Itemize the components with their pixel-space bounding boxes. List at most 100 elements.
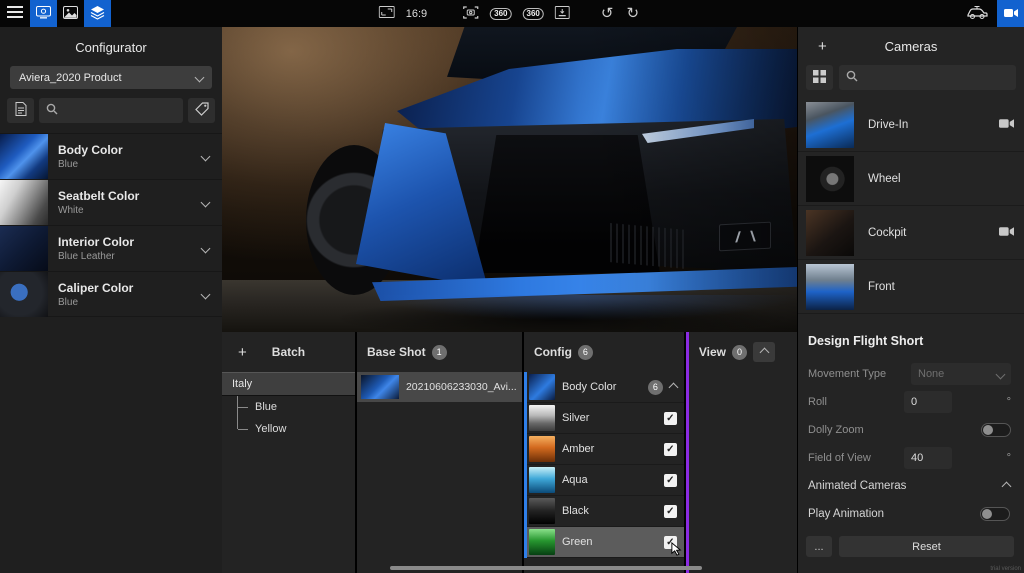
image-mode-button[interactable] — [57, 0, 84, 27]
chevron-down-icon — [201, 152, 211, 162]
base-shot-thumbnail — [361, 375, 399, 399]
collapse-strip-button[interactable] — [753, 342, 775, 362]
preset-file-button[interactable] — [7, 98, 34, 123]
camera-thumbnail — [806, 264, 854, 310]
chevron-up-icon — [668, 382, 678, 392]
option-value: Blue — [58, 159, 202, 170]
chevron-down-icon — [996, 369, 1006, 379]
frame-capture-icon — [555, 6, 570, 22]
undo-button[interactable]: ↺ — [600, 6, 615, 21]
aspect-ratio-button[interactable] — [379, 0, 395, 27]
redo-icon: ↻ — [626, 5, 639, 22]
configurator-search-input[interactable] — [63, 105, 176, 117]
base-shot-item[interactable]: 20210606233030_Avi... — [357, 372, 522, 402]
tag-filter-icon — [195, 102, 209, 119]
tag-filter-button[interactable] — [188, 98, 215, 123]
grid-view-button[interactable] — [806, 65, 833, 90]
aspect-ratio-icon — [379, 6, 395, 21]
cameras-search-input[interactable] — [863, 72, 1009, 84]
cameras-panel: + Cameras Drive-In Wheel Cockpit Front D… — [798, 27, 1024, 573]
checkbox-checked[interactable]: ✓ — [664, 443, 677, 456]
base-shot-panel: Base Shot 1 20210606233030_Avi... — [357, 332, 522, 573]
config-item-aqua[interactable]: Aqua ✓ — [527, 465, 684, 496]
configurator-search — [39, 98, 183, 123]
play-animation-row: Play Animation — [798, 500, 1024, 528]
camera-label: Cockpit — [868, 227, 985, 239]
option-caliper-color[interactable]: Caliper Color Blue — [0, 271, 222, 317]
animated-cameras-label: Animated Cameras — [808, 480, 906, 492]
option-label: Body Color — [58, 143, 202, 157]
camera-label: Wheel — [868, 173, 1014, 185]
configurator-toolbar — [7, 98, 215, 123]
option-interior-color[interactable]: Interior Color Blue Leather — [0, 225, 222, 271]
camera-settings: Design Flight Short Movement Type None R… — [798, 314, 1024, 573]
camera-item-drive-in[interactable]: Drive-In — [798, 98, 1024, 152]
option-seatbelt-color[interactable]: Seatbelt Color White — [0, 179, 222, 225]
horizontal-scrollbar[interactable] — [390, 566, 702, 570]
camera-item-wheel[interactable]: Wheel — [798, 152, 1024, 206]
camera-label: Drive-In — [868, 119, 985, 131]
redo-button[interactable]: ↻ — [625, 6, 640, 21]
vehicle-rig-button[interactable] — [957, 0, 997, 27]
checkbox-checked[interactable]: ✓ — [664, 474, 677, 487]
product-select[interactable]: Aviera_2020 Product — [10, 66, 212, 89]
config-item-black[interactable]: Black ✓ — [527, 496, 684, 527]
movement-type-select[interactable]: None — [911, 363, 1011, 385]
camera-item-cockpit[interactable]: Cockpit — [798, 206, 1024, 260]
play-animation-toggle[interactable] — [980, 507, 1010, 521]
image-icon — [63, 6, 78, 22]
viewport-vignette — [579, 27, 798, 332]
batch-child-blue[interactable]: Blue — [237, 396, 355, 418]
config-group-body-color[interactable]: Body Color 6 — [527, 372, 684, 403]
toggle-knob — [983, 425, 993, 435]
more-options-button[interactable]: ... — [806, 536, 832, 557]
configurator-icon — [36, 6, 51, 22]
base-shot-count-badge: 1 — [432, 345, 447, 360]
batch-item-italy[interactable]: Italy — [222, 372, 355, 396]
caliper-color-thumbnail — [0, 272, 48, 317]
menu-button[interactable] — [0, 0, 30, 27]
movement-type-row: Movement Type None — [798, 360, 1024, 388]
topbar-right — [957, 0, 1024, 27]
reset-button[interactable]: Reset — [839, 536, 1014, 557]
config-count-badge: 6 — [578, 345, 593, 360]
checkbox-checked[interactable]: ✓ — [664, 505, 677, 518]
product-select-value: Aviera_2020 Product — [19, 72, 122, 84]
color-thumbnail-black — [529, 498, 555, 524]
checkbox-checked[interactable]: ✓ — [664, 412, 677, 425]
camera-thumbnail — [806, 210, 854, 256]
capture-360-video-button[interactable]: 360 — [523, 0, 544, 27]
config-item-silver[interactable]: Silver ✓ — [527, 403, 684, 434]
capture-360-button[interactable]: 360 — [490, 0, 511, 27]
configurator-panel: Configurator Aviera_2020 Product Body Co… — [0, 27, 222, 573]
screenshot-button[interactable] — [463, 0, 479, 27]
roll-input[interactable] — [904, 391, 952, 413]
add-batch-button[interactable]: + — [238, 344, 247, 361]
camera-view-button[interactable] — [997, 0, 1024, 27]
color-thumbnail-aqua — [529, 467, 555, 493]
viewport-toolbar: 16:9 360 360 ↺ ↻ — [379, 0, 640, 27]
config-item-label: Silver — [562, 412, 657, 424]
config-title: Config — [534, 345, 572, 359]
body-color-thumbnail — [0, 134, 48, 179]
color-thumbnail-silver — [529, 405, 555, 431]
field-of-view-input[interactable] — [904, 447, 952, 469]
checkbox-checked[interactable]: ✓ — [664, 536, 677, 549]
config-item-green[interactable]: Green ✓ — [527, 527, 684, 558]
viewport-3d[interactable] — [222, 27, 797, 332]
settings-actions: ... Reset — [798, 528, 1024, 557]
dolly-zoom-toggle[interactable] — [981, 423, 1011, 437]
seatbelt-color-thumbnail — [0, 180, 48, 225]
option-value: White — [58, 205, 202, 216]
layers-mode-button[interactable] — [84, 0, 111, 27]
batch-child-yellow[interactable]: Yellow — [237, 418, 355, 440]
configurator-mode-button[interactable] — [30, 0, 57, 27]
batch-child-label: Blue — [255, 401, 277, 413]
config-item-amber[interactable]: Amber ✓ — [527, 434, 684, 465]
animated-cameras-section[interactable]: Animated Cameras — [798, 472, 1024, 500]
camera-item-front[interactable]: Front — [798, 260, 1024, 314]
add-camera-button[interactable]: + — [818, 38, 827, 55]
frame-capture-button[interactable] — [555, 0, 570, 27]
option-body-color[interactable]: Body Color Blue — [0, 133, 222, 179]
search-icon — [46, 103, 58, 118]
